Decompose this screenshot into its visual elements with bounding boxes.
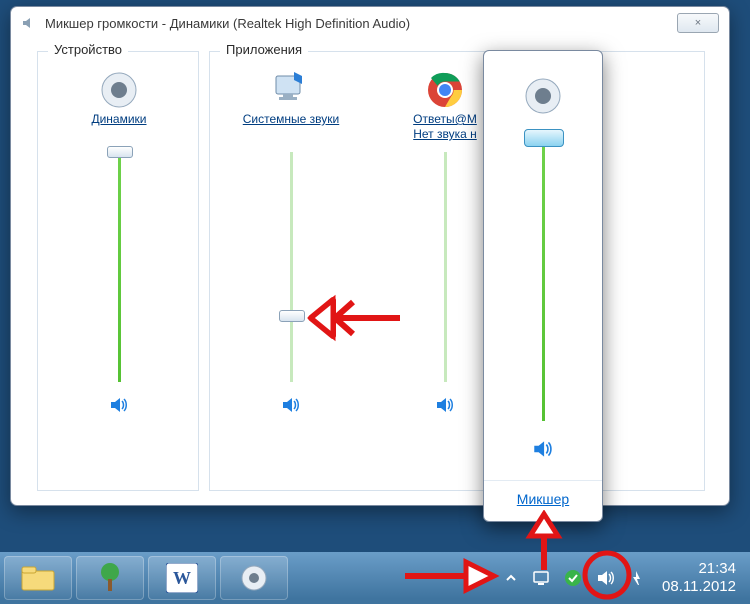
taskbar: W 21:34 08.11.2012 <box>0 552 750 604</box>
taskbar-volume-mixer[interactable] <box>220 556 288 600</box>
tray: 21:34 08.11.2012 <box>504 560 744 596</box>
tray-volume-icon[interactable] <box>596 568 616 588</box>
sound-on-icon <box>434 394 456 416</box>
sound-on-icon <box>108 394 130 416</box>
volume-popup: Микшер <box>483 50 603 522</box>
volume-slider-system[interactable] <box>216 152 366 382</box>
svg-text:W: W <box>173 568 191 588</box>
device-speaker-icon[interactable] <box>97 68 141 112</box>
clock-time: 21:34 <box>662 560 736 578</box>
channel-name[interactable]: Ответы@M Нет звука н <box>413 112 477 146</box>
close-icon: × <box>695 17 701 29</box>
channel-name[interactable]: Динамики <box>91 112 146 146</box>
mute-button-system[interactable] <box>280 394 302 422</box>
channel-name[interactable]: Системные звуки <box>243 112 339 146</box>
tray-shield-icon[interactable] <box>564 569 582 587</box>
tray-chevron-icon[interactable] <box>504 571 518 585</box>
channel-device: Динамики <box>44 62 194 422</box>
sound-on-icon <box>531 437 555 461</box>
tray-network-icon[interactable] <box>532 569 550 587</box>
close-button[interactable]: × <box>677 13 719 33</box>
volume-slider-device[interactable] <box>44 152 194 382</box>
taskbar-explorer[interactable] <box>4 556 72 600</box>
volume-mixer-window: Микшер громкости - Динамики (Realtek Hig… <box>10 6 730 506</box>
titlebar[interactable]: Микшер громкости - Динамики (Realtek Hig… <box>11 7 729 39</box>
window-title: Микшер громкости - Динамики (Realtek Hig… <box>45 16 677 31</box>
mixer-link[interactable]: Микшер <box>484 480 602 521</box>
sound-on-icon <box>280 394 302 416</box>
apps-section: Приложения Системные звуки <box>209 51 705 491</box>
mute-button-device[interactable] <box>108 394 130 422</box>
popup-mute-button[interactable] <box>531 437 555 465</box>
device-section-label: Устройство <box>48 42 128 57</box>
taskbar-word[interactable]: W <box>148 556 216 600</box>
taskbar-app-tree[interactable] <box>76 556 144 600</box>
chrome-icon[interactable] <box>423 68 467 112</box>
speaker-icon <box>21 15 37 31</box>
clock[interactable]: 21:34 08.11.2012 <box>662 560 740 596</box>
tray-power-icon[interactable] <box>630 569 648 587</box>
device-section: Устройство Динамики <box>37 51 199 491</box>
apps-section-label: Приложения <box>220 42 308 57</box>
system-sounds-icon[interactable] <box>269 68 313 112</box>
popup-volume-slider[interactable] <box>484 131 602 421</box>
popup-speaker-icon[interactable] <box>521 73 565 119</box>
channel-systemsounds: Системные звуки <box>216 62 366 482</box>
clock-date: 08.11.2012 <box>662 578 736 596</box>
mute-button-chrome[interactable] <box>434 394 456 422</box>
